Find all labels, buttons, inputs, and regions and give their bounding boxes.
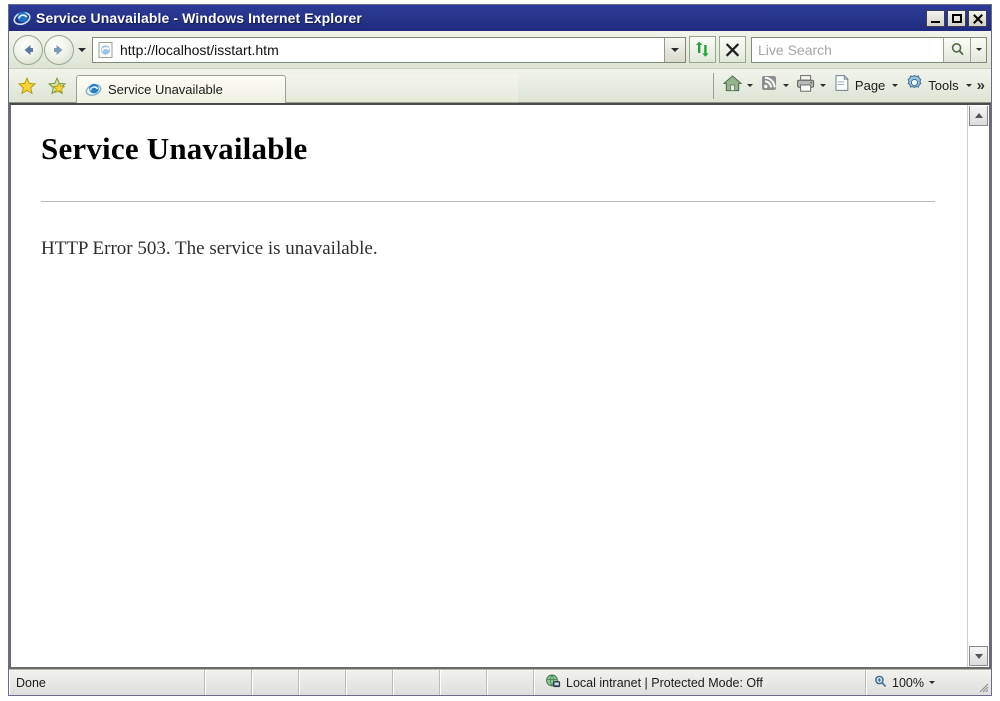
security-zone-icon [545, 673, 561, 692]
page-menu-button[interactable]: Page [829, 73, 891, 99]
status-bar: Done Local intranet | Protected Mode: Of… [9, 669, 991, 695]
scroll-down-button[interactable] [969, 646, 988, 666]
status-segment [346, 670, 393, 695]
rss-feed-icon [759, 73, 779, 98]
search-input[interactable]: Live Search [752, 42, 943, 58]
address-bar[interactable]: http://localhost/isstart.htm [92, 36, 686, 63]
scroll-up-button[interactable] [969, 106, 988, 126]
browser-window: Service Unavailable - Windows Internet E… [8, 4, 992, 696]
search-box[interactable]: Live Search [751, 36, 987, 63]
stop-button[interactable] [719, 36, 746, 63]
zoom-in-icon [873, 674, 888, 692]
window-title: Service Unavailable - Windows Internet E… [36, 10, 362, 26]
minimize-button[interactable] [926, 9, 945, 27]
navigation-toolbar: http://localhost/isstart.htm Live Search [9, 31, 991, 69]
vertical-scrollbar[interactable] [967, 105, 989, 667]
status-segment [299, 670, 346, 695]
tools-menu-button[interactable]: Tools [901, 73, 964, 99]
status-text: Done [9, 670, 205, 695]
document-body: Service Unavailable HTTP Error 503. The … [11, 105, 967, 667]
page-menu-dropdown[interactable] [892, 84, 899, 87]
scrollbar-track[interactable] [968, 127, 989, 645]
window-controls [926, 9, 989, 27]
page-document-icon [832, 73, 852, 98]
error-message: HTTP Error 503. The service is unavailab… [41, 238, 378, 259]
status-segment [487, 670, 534, 695]
home-button[interactable] [719, 73, 746, 99]
favorites-center-button[interactable] [12, 71, 42, 101]
back-button[interactable] [13, 34, 43, 65]
search-options-dropdown[interactable] [970, 37, 986, 62]
ie-logo-icon [13, 9, 31, 27]
close-button[interactable] [968, 9, 987, 27]
print-dropdown[interactable] [819, 84, 826, 87]
tab-strip-empty-area [286, 73, 518, 103]
maximize-button[interactable] [947, 9, 966, 27]
address-dropdown-button[interactable] [664, 37, 685, 62]
tools-menu-label: Tools [928, 78, 959, 93]
tab-strip: Service Unavailable [76, 69, 708, 103]
status-segment [252, 670, 299, 695]
home-dropdown[interactable] [746, 84, 753, 87]
status-segment [393, 670, 440, 695]
tab-and-command-bar: Service Unavailable Page Tools » [9, 69, 991, 103]
horizontal-rule [41, 201, 935, 202]
title-bar: Service Unavailable - Windows Internet E… [9, 5, 991, 31]
status-segment [440, 670, 487, 695]
add-to-favorites-button[interactable] [42, 71, 72, 101]
toolbar-separator [712, 72, 714, 99]
feeds-dropdown[interactable] [782, 84, 789, 87]
refresh-button[interactable] [689, 36, 716, 63]
page-icon [96, 40, 116, 60]
resize-grip[interactable] [974, 670, 991, 695]
zoom-dropdown[interactable] [928, 681, 935, 684]
home-icon [722, 73, 743, 99]
tab-service-unavailable[interactable]: Service Unavailable [76, 74, 286, 103]
security-zone-label: Local intranet | Protected Mode: Off [566, 675, 763, 690]
status-segment [205, 670, 252, 695]
chevron-down-icon [974, 653, 983, 659]
tools-gear-icon [904, 73, 925, 99]
recent-pages-dropdown[interactable] [75, 35, 88, 65]
command-bar: Page Tools » [719, 69, 988, 103]
feeds-button[interactable] [756, 73, 782, 99]
page-menu-label: Page [854, 78, 886, 93]
ie-logo-icon [85, 81, 102, 98]
page-content-area: Service Unavailable HTTP Error 503. The … [9, 103, 991, 669]
tab-label: Service Unavailable [108, 81, 223, 97]
search-icon[interactable] [943, 37, 970, 62]
tools-menu-dropdown[interactable] [965, 84, 972, 87]
print-icon [795, 73, 816, 99]
page-title: Service Unavailable [41, 131, 308, 166]
zoom-control[interactable]: 100% [866, 670, 974, 695]
chevron-up-icon [974, 113, 983, 118]
security-zone[interactable]: Local intranet | Protected Mode: Off [534, 670, 866, 695]
print-button[interactable] [792, 73, 819, 99]
zoom-level-label: 100% [892, 675, 924, 690]
address-input[interactable]: http://localhost/isstart.htm [120, 42, 664, 58]
command-bar-overflow-button[interactable]: » [977, 78, 985, 93]
forward-button[interactable] [44, 34, 74, 65]
